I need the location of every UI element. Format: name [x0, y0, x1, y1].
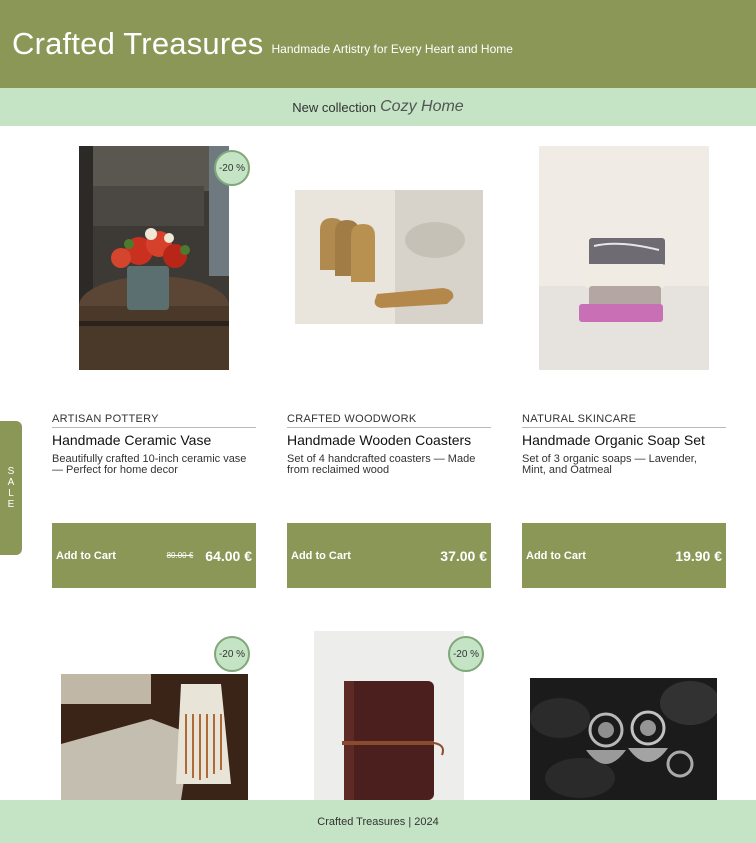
product-image-earrings[interactable] [530, 678, 720, 800]
sale-tab-letter: E [7, 499, 15, 510]
site-footer: Crafted Treasures | 2024 [0, 800, 756, 843]
sale-tab-letter: S [7, 466, 15, 477]
site-header: Crafted Treasures Handmade Artistry for … [0, 0, 756, 88]
discount-badge: -20 % [448, 636, 484, 672]
product-category: NATURAL SKINCARE [522, 413, 726, 428]
price: 19.90 € [675, 547, 722, 564]
sale-tab-letter: L [8, 488, 14, 499]
product-category: CRAFTED WOODWORK [287, 413, 491, 428]
product-title[interactable]: Handmade Organic Soap Set [522, 432, 732, 448]
product-description: Set of 3 organic soaps — Lavender, Mint,… [522, 453, 697, 476]
product-image-coasters[interactable] [295, 190, 483, 324]
discount-badge: -20 % [214, 636, 250, 672]
price: 64.00 € [205, 547, 252, 564]
product-description: Set of 4 handcrafted coasters — Made fro… [287, 453, 476, 476]
add-to-cart-button[interactable]: Add to Cart 37.00 € [287, 523, 491, 588]
product-description: Beautifully crafted 10-inch ceramic vase… [52, 453, 247, 476]
site-title[interactable]: Crafted Treasures [12, 26, 264, 62]
old-price: 80.00 € [166, 551, 194, 560]
product-image-vase[interactable] [79, 146, 229, 370]
banner-collection-name: Cozy Home [380, 98, 464, 115]
product-title[interactable]: Handmade Ceramic Vase [52, 432, 262, 448]
collection-banner[interactable]: New collection Cozy Home [0, 88, 756, 126]
add-to-cart-button[interactable]: Add to Cart 19.90 € [522, 523, 726, 588]
product-image-textile[interactable] [61, 674, 248, 800]
banner-prefix: New collection [292, 99, 377, 115]
product-image-soap[interactable] [539, 146, 709, 370]
discount-badge: -20 % [214, 150, 250, 186]
site-tagline: Handmade Artistry for Every Heart and Ho… [271, 42, 513, 56]
sale-tab[interactable]: SALE [0, 421, 22, 555]
product-category: ARTISAN POTTERY [52, 413, 256, 428]
add-to-cart-button[interactable]: Add to Cart 80.00 € 64.00 € [52, 523, 256, 588]
product-title[interactable]: Handmade Wooden Coasters [287, 432, 497, 448]
product-image-journal[interactable] [314, 631, 464, 800]
add-to-cart-label: Add to Cart [526, 549, 586, 562]
add-to-cart-label: Add to Cart [291, 549, 351, 562]
add-to-cart-label: Add to Cart [56, 549, 116, 562]
sale-tab-letter: A [7, 477, 15, 488]
price: 37.00 € [440, 547, 487, 564]
